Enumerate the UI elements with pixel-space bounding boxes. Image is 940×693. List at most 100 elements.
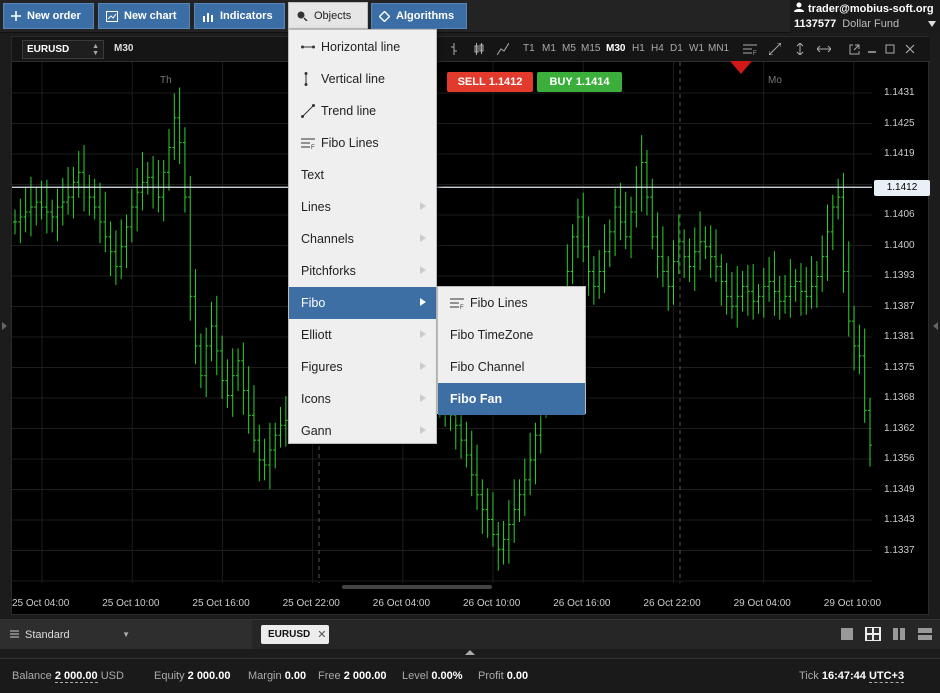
objects-button[interactable]: Objects: [288, 2, 368, 29]
layout-rows-icon[interactable]: [917, 627, 933, 641]
margin-label: Margin: [248, 670, 282, 682]
buy-price: 1.1414: [575, 76, 610, 88]
timeframe-d1[interactable]: D1: [670, 43, 683, 54]
trading-terminal: New order New chart Indicators Objects A…: [0, 0, 940, 693]
submenu-item-fibo-channel[interactable]: Fibo Channel: [438, 351, 585, 383]
trend-line-icon: [301, 104, 317, 118]
menu-item-icons[interactable]: Icons: [289, 383, 436, 415]
plus-icon: [11, 11, 21, 21]
menu-item-text[interactable]: Text: [289, 159, 436, 191]
horizontal-scrollbar[interactable]: [342, 585, 492, 589]
expand-panel-icon[interactable]: [465, 649, 475, 656]
line-chart-tool-icon[interactable]: [495, 41, 511, 57]
price-axis: 1.1431 1.1425 1.1419 1.1406 1.1400 1.1393 1.13…: [872, 62, 930, 583]
sell-button[interactable]: SELL 1.1412: [447, 72, 533, 92]
price-label: 1.1375: [884, 361, 915, 373]
indicators-label: Indicators: [220, 10, 273, 22]
current-price-marker: 1.1412: [874, 180, 930, 196]
fibo-lines-icon: F: [301, 137, 317, 149]
bar-chart-icon: [202, 11, 214, 22]
objects-label: Objects: [314, 9, 352, 22]
free-value: 2 000.00: [343, 670, 387, 682]
time-label: 25 Oct 10:00: [102, 598, 160, 609]
chart-toolbar: EURUSD ▲ ▼ M30 T1 M1 M5 M15 M30 H1 H4 D1 …: [12, 37, 930, 62]
menu-item-label: Pitchforks: [301, 264, 356, 278]
account-panel[interactable]: trader@mobius-soft.org 1137577 Dollar Fu…: [790, 0, 940, 33]
menu-item-label: Fibo: [301, 296, 326, 310]
timeframe-mn1[interactable]: MN1: [708, 43, 729, 54]
balance-value: 2 000.00: [54, 670, 98, 683]
submenu-item-fibo-lines[interactable]: F Fibo Lines: [438, 287, 585, 319]
candles-tool-icon[interactable]: [471, 41, 487, 57]
timeframe-h1[interactable]: H1: [632, 43, 645, 54]
submenu-item-fibo-timezone[interactable]: Fibo TimeZone: [438, 319, 585, 351]
symbol-selector[interactable]: EURUSD ▲ ▼: [22, 40, 104, 59]
menu-item-gann[interactable]: Gann: [289, 415, 436, 447]
account-number: 1137577: [794, 18, 837, 30]
layout-columns-icon[interactable]: [891, 627, 907, 641]
equity-value: 2 000.00: [187, 670, 231, 682]
timeframe-m5[interactable]: M5: [562, 43, 576, 54]
profit-label: Profit: [478, 670, 504, 682]
left-panel-handle[interactable]: [2, 322, 7, 330]
close-icon[interactable]: [902, 41, 918, 57]
symbol-value: EURUSD: [27, 44, 70, 55]
submenu-arrow-icon: [420, 394, 426, 402]
submenu-item-fibo-fan[interactable]: Fibo Fan: [438, 383, 585, 415]
resize-tool-icon[interactable]: [767, 41, 783, 57]
maximize-icon[interactable]: [882, 41, 898, 57]
diamond-icon: [379, 10, 390, 22]
free-label: Free: [318, 670, 341, 682]
chevron-down-icon[interactable]: [928, 18, 936, 30]
fibo-tool-icon[interactable]: F: [742, 41, 758, 57]
horizontal-arrows-icon[interactable]: [816, 41, 832, 57]
svg-text:F: F: [753, 51, 757, 55]
menu-item-channels[interactable]: Channels: [289, 223, 436, 255]
right-panel-handle[interactable]: [933, 322, 938, 330]
layout-grid-icon[interactable]: [865, 627, 881, 641]
menu-item-lines[interactable]: Lines: [289, 191, 436, 223]
timeframe-m15[interactable]: M15: [581, 43, 600, 54]
new-chart-button[interactable]: New chart: [98, 3, 190, 29]
submenu-arrow-icon: [420, 266, 426, 274]
close-tab-icon[interactable]: ✕: [317, 628, 326, 641]
menu-item-label: Lines: [301, 200, 331, 214]
crosshair-tool-icon[interactable]: [446, 41, 462, 57]
menu-item-label: Trend line: [321, 104, 377, 118]
level-value: 0.00%: [431, 670, 463, 682]
layout-selector[interactable]: Standard ▼: [0, 620, 252, 649]
timezone-selector[interactable]: UTC+3: [868, 670, 905, 683]
fibo-lines-icon: F: [450, 297, 466, 309]
chart-tab-eurusd[interactable]: EURUSD ✕: [261, 625, 329, 644]
objects-icon: [296, 10, 308, 21]
timeframe-label: M30: [114, 43, 134, 54]
popout-icon[interactable]: [846, 41, 862, 57]
menu-item-vertical-line[interactable]: Vertical line: [289, 63, 436, 95]
sell-price: 1.1412: [488, 76, 523, 88]
layout-single-icon[interactable]: [839, 627, 855, 641]
timeframe-h4[interactable]: H4: [651, 43, 664, 54]
minimize-icon[interactable]: [864, 41, 880, 57]
menu-item-elliott[interactable]: Elliott: [289, 319, 436, 351]
menu-item-fibo-lines[interactable]: F Fibo Lines: [289, 127, 436, 159]
time-label: 26 Oct 22:00: [643, 598, 701, 609]
timeframe-w1[interactable]: W1: [689, 43, 704, 54]
menu-item-trend-line[interactable]: Trend line: [289, 95, 436, 127]
buy-button[interactable]: BUY 1.1414: [537, 72, 622, 92]
vertical-arrows-icon[interactable]: [792, 41, 808, 57]
tick-label: Tick: [799, 670, 819, 682]
menu-item-fibo[interactable]: Fibo: [289, 287, 436, 319]
price-label: 1.1419: [884, 148, 915, 159]
menu-item-figures[interactable]: Figures: [289, 351, 436, 383]
new-order-button[interactable]: New order: [3, 3, 94, 29]
time-label: 25 Oct 04:00: [12, 598, 70, 609]
timeframe-t1[interactable]: T1: [523, 43, 535, 54]
objects-menu: Horizontal line Vertical line Trend line F F…: [288, 29, 437, 444]
indicators-button[interactable]: Indicators: [194, 3, 285, 29]
menu-item-pitchforks[interactable]: Pitchforks: [289, 255, 436, 287]
algorithms-button[interactable]: Algorithms: [371, 3, 467, 29]
timeframe-m30[interactable]: M30: [606, 43, 625, 54]
svg-text:F: F: [311, 145, 315, 149]
timeframe-m1[interactable]: M1: [542, 43, 556, 54]
menu-item-horizontal-line[interactable]: Horizontal line: [289, 31, 436, 63]
